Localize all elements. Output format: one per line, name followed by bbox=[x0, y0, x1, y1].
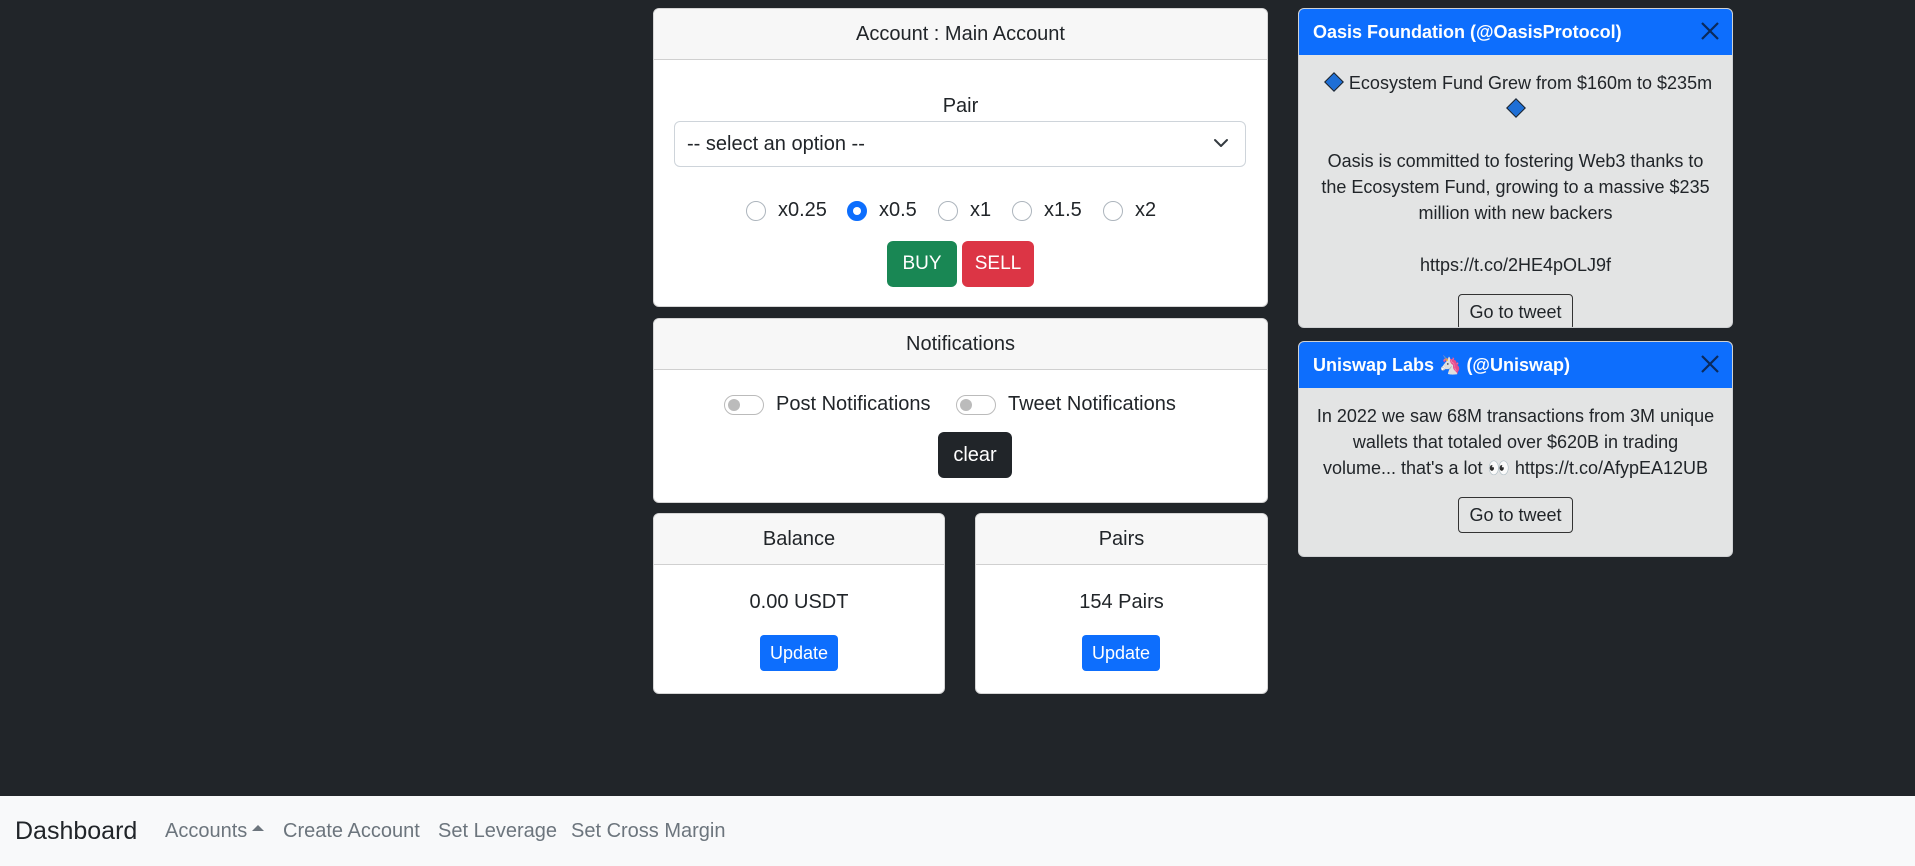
toast-body: In 2022 we saw 68M transactions from 3M … bbox=[1299, 388, 1732, 533]
account-card: Account : Main Account Pair -- select an… bbox=[653, 8, 1268, 307]
tweet-toast: Uniswap Labs 🦄 (@Uniswap) In 2022 we saw… bbox=[1298, 341, 1733, 557]
radio-circle bbox=[938, 200, 958, 221]
balance-card-title: Balance bbox=[654, 514, 944, 565]
radio-circle bbox=[746, 200, 766, 221]
sell-button[interactable]: SELL bbox=[962, 241, 1034, 287]
update-pairs-button[interactable]: Update bbox=[1082, 635, 1160, 671]
buy-button[interactable]: BUY bbox=[887, 241, 957, 287]
blue-diamond-icon bbox=[1324, 72, 1344, 93]
account-card-title: Account : Main Account bbox=[654, 9, 1267, 60]
update-balance-button[interactable]: Update bbox=[760, 635, 838, 671]
balance-card: Balance 0.00 USDT Update bbox=[653, 513, 945, 694]
balance-value: 0.00 USDT bbox=[749, 591, 849, 613]
tweet-toast: Oasis Foundation (@OasisProtocol) Ecosys… bbox=[1298, 8, 1733, 328]
close-icon[interactable] bbox=[1698, 352, 1722, 376]
radio-label: x0.5 bbox=[879, 199, 917, 221]
radio-circle-checked bbox=[847, 200, 867, 221]
toast-link: https://t.co/2HE4pOLJ9f bbox=[1419, 255, 1612, 275]
nav-accounts-label: Accounts bbox=[165, 819, 248, 842]
caret-up-icon bbox=[252, 825, 265, 832]
go-to-tweet-button[interactable]: Go to tweet bbox=[1458, 497, 1573, 533]
leverage-radio-x1[interactable]: x1 bbox=[938, 199, 991, 222]
post-notifications-toggle[interactable]: Post Notifications bbox=[724, 393, 931, 416]
nav-create-account[interactable]: Create Account bbox=[283, 820, 420, 843]
nav-accounts-dropdown[interactable]: Accounts bbox=[165, 819, 265, 843]
pair-label: Pair bbox=[942, 95, 979, 117]
radio-circle bbox=[1012, 200, 1032, 221]
radio-label: x1.5 bbox=[1044, 199, 1082, 221]
radio-circle bbox=[1103, 200, 1123, 221]
close-icon[interactable] bbox=[1698, 19, 1722, 43]
notifications-card-title: Notifications bbox=[654, 319, 1267, 370]
notifications-card: Notifications Post Notifications Tweet N… bbox=[653, 318, 1268, 503]
toast-title: Uniswap Labs 🦄 (@Uniswap) bbox=[1313, 354, 1570, 375]
leverage-radio-x2[interactable]: x2 bbox=[1103, 199, 1156, 222]
leverage-radio-x0-5[interactable]: x0.5 bbox=[847, 199, 917, 222]
bottom-navbar: Dashboard Accounts Create Account Set Le… bbox=[0, 796, 1915, 866]
navbar-brand[interactable]: Dashboard bbox=[15, 817, 137, 846]
pair-select-value: -- select an option -- bbox=[687, 132, 865, 155]
tweet-notifications-toggle[interactable]: Tweet Notifications bbox=[956, 393, 1176, 416]
toast-text: In 2022 we saw 68M transactions from 3M … bbox=[1316, 406, 1715, 478]
toggle-switch bbox=[956, 394, 996, 415]
toggle-switch bbox=[724, 394, 764, 415]
toast-header: Oasis Foundation (@OasisProtocol) bbox=[1299, 9, 1732, 55]
clear-button[interactable]: clear bbox=[938, 432, 1012, 478]
post-notifications-label: Post Notifications bbox=[776, 393, 931, 415]
go-to-tweet-button[interactable]: Go to tweet bbox=[1458, 294, 1573, 327]
toast-text: Oasis is committed to fostering Web3 tha… bbox=[1321, 151, 1710, 223]
toast-headline-text: Ecosystem Fund Grew from $160m to $235m bbox=[1348, 73, 1713, 93]
leverage-radio-group: x0.25 x0.5 x1 x1.5 x2 bbox=[654, 199, 1267, 227]
toast-headline: Ecosystem Fund Grew from $160m to $235m bbox=[1311, 70, 1720, 122]
nav-set-cross-margin[interactable]: Set Cross Margin bbox=[571, 820, 726, 843]
radio-label: x2 bbox=[1135, 199, 1157, 221]
leverage-radio-x0-25[interactable]: x0.25 bbox=[746, 199, 827, 222]
leverage-radio-x1-5[interactable]: x1.5 bbox=[1012, 199, 1082, 222]
toast-title: Oasis Foundation (@OasisProtocol) bbox=[1313, 21, 1622, 42]
pairs-card: Pairs 154 Pairs Update bbox=[975, 513, 1268, 694]
tweet-notifications-label: Tweet Notifications bbox=[1008, 393, 1176, 415]
pair-select[interactable]: -- select an option -- bbox=[674, 121, 1246, 167]
pairs-card-title: Pairs bbox=[976, 514, 1267, 565]
toast-body: Ecosystem Fund Grew from $160m to $235m … bbox=[1299, 55, 1732, 327]
radio-label: x0.25 bbox=[778, 199, 827, 221]
chevron-down-icon bbox=[1214, 139, 1228, 147]
nav-set-leverage[interactable]: Set Leverage bbox=[438, 820, 557, 843]
pairs-value: 154 Pairs bbox=[1079, 591, 1164, 613]
toast-header: Uniswap Labs 🦄 (@Uniswap) bbox=[1299, 342, 1732, 388]
radio-label: x1 bbox=[970, 199, 992, 221]
blue-diamond-icon bbox=[1505, 98, 1526, 119]
